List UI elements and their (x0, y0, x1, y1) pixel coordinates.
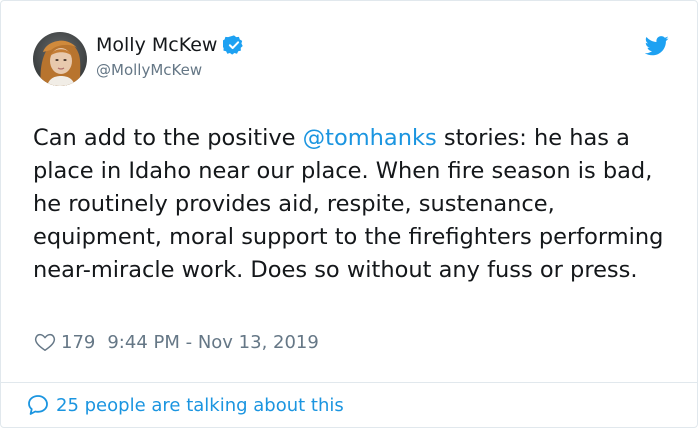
mention-link[interactable]: @tomhanks (303, 125, 437, 151)
timestamp[interactable]: 9:44 PM - Nov 13, 2019 (107, 332, 318, 353)
author-name-row: Molly McKew (96, 34, 245, 56)
tweet-meta: 179 9:44 PM - Nov 13, 2019 (34, 331, 319, 353)
author-name[interactable]: Molly McKew (96, 34, 217, 56)
conversation-link[interactable]: 25 people are talking about this (26, 393, 344, 417)
verified-badge-icon (222, 34, 245, 56)
tweet-text-before-mention: Can add to the positive (33, 125, 303, 151)
twitter-bird-icon[interactable] (644, 35, 669, 57)
tweet-card: Molly McKew @MollyMcKew Can add to the p… (0, 0, 698, 428)
like-count[interactable]: 179 (61, 332, 95, 353)
footer-divider (1, 382, 697, 383)
heart-icon[interactable] (34, 331, 56, 353)
avatar[interactable] (33, 32, 87, 86)
author-handle[interactable]: @MollyMcKew (96, 61, 202, 79)
tweet-text: Can add to the positive @tomhanks storie… (33, 122, 673, 287)
conversation-label[interactable]: 25 people are talking about this (56, 395, 344, 416)
speech-bubble-icon (26, 393, 50, 417)
tweet-header: Molly McKew @MollyMcKew (33, 31, 673, 91)
